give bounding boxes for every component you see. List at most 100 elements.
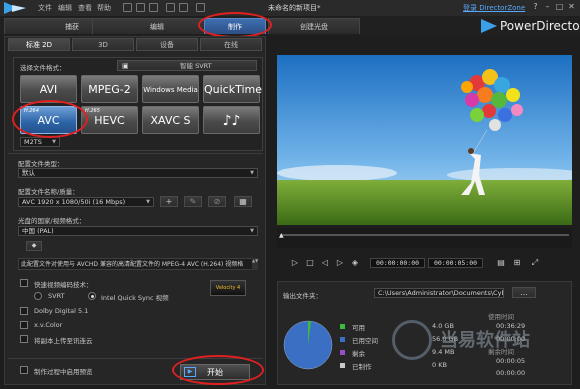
region-value: 中国 (PAL) <box>22 227 54 235</box>
divider <box>8 153 263 154</box>
legend-produced-label: 已制作 <box>352 363 372 371</box>
chevron-down-icon: ▼ <box>250 228 254 234</box>
format-label: QuickTime <box>204 83 263 96</box>
delete-profile-button[interactable]: ⊘ <box>208 196 226 207</box>
xvcolor-checkbox[interactable] <box>20 321 28 329</box>
watermark-logo-icon <box>392 320 432 360</box>
legend-used-swatch <box>340 337 345 342</box>
format-section-label: 选择文件格式： <box>20 64 66 72</box>
upload-cloud-checkbox[interactable] <box>20 335 28 343</box>
settings-icon[interactable] <box>196 3 205 12</box>
region-settings-button[interactable]: ◆ <box>26 241 42 251</box>
dolby-label: Dolby Digital 5.1 <box>34 307 89 315</box>
tab-3d[interactable]: 3D <box>72 38 134 51</box>
format-avi-button[interactable]: AVI <box>20 75 77 103</box>
upload-cloud-label: 将副本上传至讯连云 <box>34 337 93 345</box>
legend-remaining-label: 剩余 <box>352 350 365 358</box>
format-wmv-button[interactable]: Windows Media <box>142 75 199 103</box>
dolby-checkbox[interactable] <box>20 307 28 315</box>
music-notes-icon: ♪♪ <box>222 113 241 129</box>
app-logo-icon <box>4 2 26 15</box>
stop-icon[interactable]: □ <box>305 258 315 268</box>
format-label: AVI <box>39 83 58 96</box>
region-label: 光盘的国家/视频格式： <box>18 217 86 225</box>
description-scrollbar[interactable]: ▲▼ <box>252 258 258 270</box>
output-folder-input[interactable]: C:\Users\Administrator\Documents\CyberL <box>374 288 504 298</box>
disk-usage-pie <box>283 320 333 370</box>
svrt-radio[interactable] <box>34 292 42 300</box>
profile-name-select[interactable]: AVC 1920 x 1080/50i (16 Mbps) ▼ <box>18 197 154 207</box>
highlight-ring-start <box>172 355 264 385</box>
resolution-icon[interactable]: ▤ <box>496 258 506 268</box>
highlight-ring-avc <box>12 100 88 138</box>
legend-produced-value: 0 KB <box>432 361 447 369</box>
undo-icon[interactable] <box>166 3 175 12</box>
legend-used-label: 已用空间 <box>352 337 378 345</box>
format-label: Windows Media <box>143 86 198 94</box>
intel-quick-sync-radio[interactable] <box>88 292 96 300</box>
fast-render-checkbox[interactable] <box>20 279 28 287</box>
menu-help[interactable]: 帮助 <box>97 3 111 13</box>
format-quicktime-button[interactable]: QuickTime <box>203 75 263 103</box>
aspect-ratio-icon[interactable]: ⊞ <box>512 258 522 268</box>
format-label: HEVC <box>94 114 125 127</box>
prev-frame-icon[interactable]: ◁ <box>320 258 330 268</box>
next-frame-icon[interactable]: ▷ <box>335 258 345 268</box>
browse-folder-button[interactable]: ... <box>512 287 536 298</box>
scrub-handle[interactable]: ▲ <box>279 232 284 239</box>
tab-device[interactable]: 设备 <box>136 38 198 51</box>
open-project-icon[interactable] <box>136 3 145 12</box>
powerdirector-logo-icon <box>481 19 497 33</box>
login-directorzone-link[interactable]: 登录 DirectorZone <box>463 3 525 13</box>
svrt-icon: ▣ <box>122 62 129 70</box>
format-audio-button[interactable]: ♪♪ <box>203 106 260 134</box>
svrt-label: 智能 SVRT <box>180 62 212 70</box>
scrub-track <box>280 234 569 236</box>
edit-profile-button[interactable]: ✎ <box>184 196 202 207</box>
tab-standard-2d[interactable]: 标准 2D <box>8 38 70 51</box>
play-icon[interactable]: ▷ <box>290 258 300 268</box>
volume-icon[interactable]: ◈ <box>350 258 360 268</box>
preview-during-production-checkbox[interactable] <box>20 366 28 374</box>
fullscreen-icon[interactable]: ⤢ <box>530 258 540 268</box>
xvcolor-label: x.v.Color <box>34 321 63 329</box>
region-select[interactable]: 中国 (PAL) ▼ <box>18 226 258 236</box>
tab-online[interactable]: 在线 <box>200 38 262 51</box>
brand-name: PowerDirector <box>500 19 580 33</box>
profile-type-select[interactable]: 默认 ▼ <box>18 168 258 178</box>
menu-file[interactable]: 文件 <box>38 3 52 13</box>
format-hevc-button[interactable]: H.265 HEVC <box>81 106 138 134</box>
format-label: XAVC S <box>150 114 191 127</box>
velocity-badge-icon: Velocity 4 <box>210 280 246 296</box>
menu-edit[interactable]: 编辑 <box>58 3 72 13</box>
total-time-display: 00:00:05:00 <box>428 258 483 268</box>
format-mpeg2-button[interactable]: MPEG-2 <box>81 75 138 103</box>
format-xavcs-button[interactable]: XAVC S <box>142 106 199 134</box>
menu-view[interactable]: 查看 <box>78 3 92 13</box>
profile-type-value: 默认 <box>22 169 35 177</box>
legend-available-swatch <box>340 324 345 329</box>
save-project-icon[interactable] <box>149 3 158 12</box>
timeline-scrubber[interactable]: ▲ <box>277 228 572 248</box>
container-select[interactable]: M2TS ▼ <box>20 137 60 147</box>
fast-render-label: 快速视频编码技术： <box>34 281 93 289</box>
profile-type-label: 配置文件类型： <box>18 160 64 168</box>
add-profile-button[interactable]: + <box>160 196 178 207</box>
redo-icon[interactable] <box>179 3 188 12</box>
maximize-button[interactable]: □ <box>554 2 565 12</box>
minimize-button[interactable]: – <box>542 2 553 12</box>
legend-remaining-swatch <box>340 350 345 355</box>
new-project-icon[interactable] <box>123 3 132 12</box>
container-value: M2TS <box>24 138 42 146</box>
profile-name-label: 配置文件名称/质量： <box>18 188 79 196</box>
format-label: MPEG-2 <box>88 83 131 96</box>
legend-available-label: 可用 <box>352 324 365 332</box>
tab-create-disc[interactable]: 创建光盘 <box>268 18 360 34</box>
current-time-display: 00:00:00:00 <box>370 258 425 268</box>
intel-quick-sync-label: Intel Quick Sync 视频 <box>101 294 169 302</box>
profile-description: 此配置文件对使用与 AVCHD 兼容的高清配置文件的 MPEG-4 AVC (H… <box>18 258 258 270</box>
help-button[interactable]: ? <box>530 2 541 12</box>
close-button[interactable]: ✕ <box>566 2 577 12</box>
profile-info-button[interactable]: ▦ <box>234 196 252 207</box>
smart-svrt-button[interactable]: ▣ 智能 SVRT <box>117 60 257 71</box>
